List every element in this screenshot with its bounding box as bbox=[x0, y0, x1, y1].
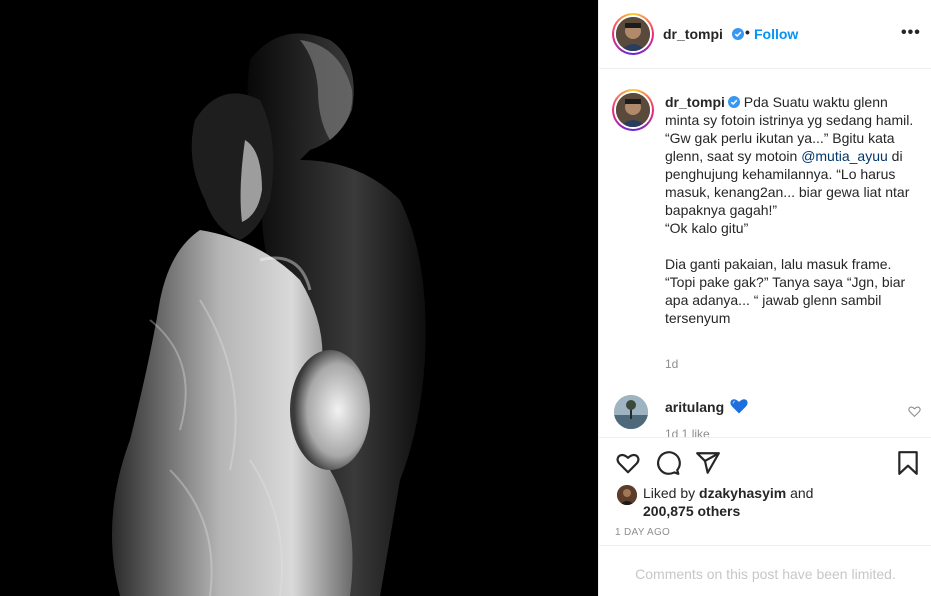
caption-time-ago[interactable]: 1d bbox=[665, 357, 678, 371]
comment-like-heart-icon[interactable] bbox=[908, 405, 921, 418]
blue-heart-icon bbox=[730, 399, 748, 414]
comment-meta-truncated: 1d 1 like bbox=[665, 427, 710, 437]
likes-count[interactable]: 200,875 others bbox=[643, 503, 740, 519]
post-photo[interactable] bbox=[0, 0, 598, 596]
more-options-icon[interactable]: ••• bbox=[901, 24, 921, 42]
caption-username[interactable]: dr_tompi bbox=[665, 94, 725, 110]
comments-limited-notice: Comments on this post have been limited. bbox=[599, 545, 931, 596]
post-actions: Liked by dzakyhasyim and 200,875 others 1… bbox=[599, 437, 931, 587]
separator-dot: • bbox=[745, 24, 750, 40]
commenter-avatar[interactable] bbox=[614, 395, 648, 429]
author-avatar[interactable] bbox=[612, 13, 654, 55]
verified-badge-icon bbox=[732, 28, 744, 40]
author-username[interactable]: dr_tompi bbox=[663, 26, 723, 42]
liked-by-text: Liked by dzakyhasyim and 200,875 others bbox=[643, 484, 903, 520]
liked-by-user[interactable]: dzakyhasyim bbox=[699, 485, 786, 501]
liker-avatar[interactable] bbox=[617, 485, 637, 505]
comment-icon[interactable] bbox=[655, 450, 681, 476]
verified-badge-icon bbox=[727, 96, 740, 108]
share-icon[interactable] bbox=[695, 450, 721, 476]
follow-button[interactable]: Follow bbox=[754, 26, 798, 42]
post-side-panel: dr_tompi • Follow ••• dr_tompi Pda Suatu… bbox=[598, 0, 931, 596]
bookmark-icon[interactable] bbox=[895, 450, 921, 476]
liked-by-and: and bbox=[786, 485, 814, 501]
post-caption: dr_tompi Pda Suatu waktu glenn minta sy … bbox=[665, 93, 920, 327]
caption-author-avatar[interactable] bbox=[612, 89, 654, 131]
comments-section[interactable]: dr_tompi Pda Suatu waktu glenn minta sy … bbox=[599, 69, 931, 437]
comment-username[interactable]: aritulang bbox=[665, 399, 724, 415]
heart-icon[interactable] bbox=[615, 450, 641, 476]
post-header: dr_tompi • Follow ••• bbox=[599, 0, 931, 69]
caption-mention-link[interactable]: @mutia_ayuu bbox=[801, 148, 888, 164]
caption-text-part2: di penghujung kehamilannya. “Lo harus ma… bbox=[665, 148, 910, 326]
post-date[interactable]: 1 DAY AGO bbox=[615, 527, 670, 538]
post-image bbox=[0, 0, 598, 596]
liked-by-prefix: Liked by bbox=[643, 485, 700, 501]
